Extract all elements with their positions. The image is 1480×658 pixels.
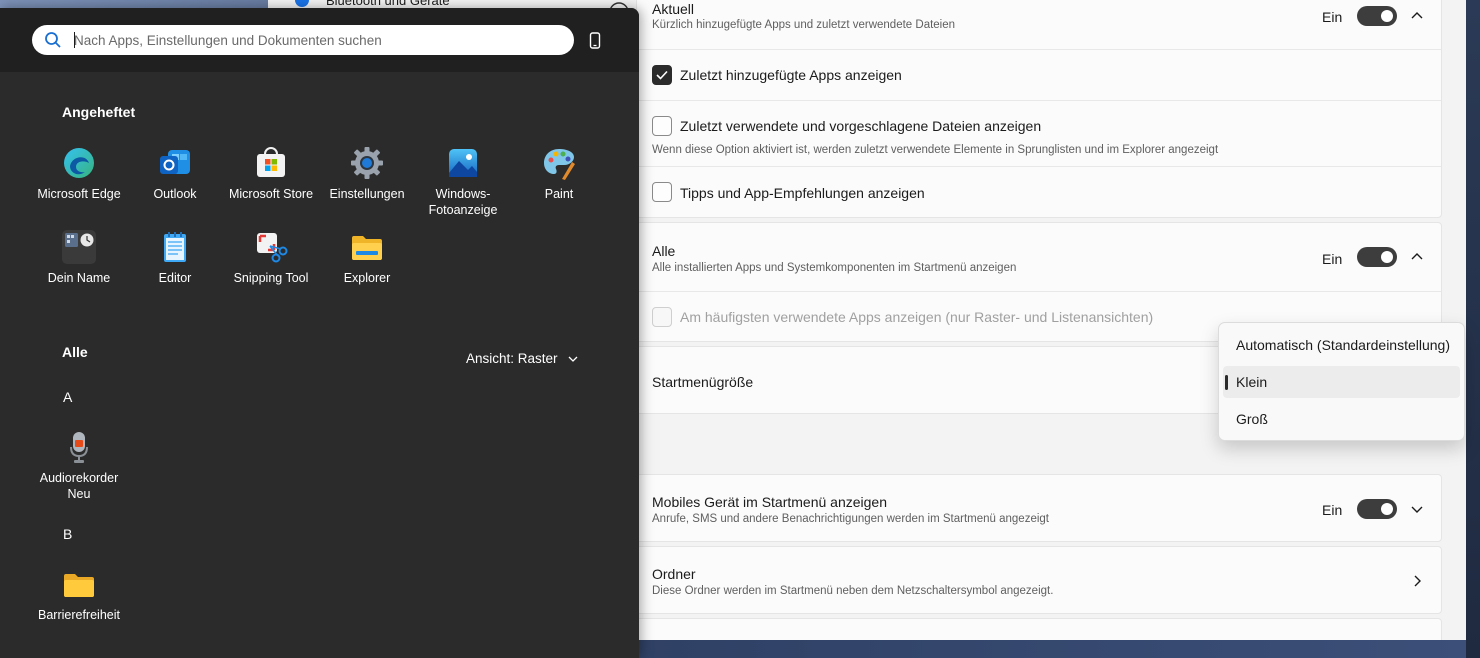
aktuell-toggle[interactable]: [1357, 6, 1397, 26]
aktuell-toggle-label: Ein: [1322, 9, 1343, 25]
chevron-up-icon[interactable]: [1409, 249, 1425, 265]
group-letter-a[interactable]: A: [63, 389, 72, 405]
all-apps-title: Alle: [62, 344, 88, 360]
phone-link-icon[interactable]: [586, 30, 604, 52]
recent-files-label: Zuletzt verwendete und vorgeschlagene Da…: [680, 118, 1042, 134]
chevron-down-icon: [568, 356, 578, 363]
checkmark-icon: [656, 70, 668, 80]
size-option-automatic[interactable]: Automatisch (Standardeinstellung): [1223, 329, 1460, 361]
startmenu-size-title: Startmenügröße: [652, 374, 754, 390]
pinned-title: Angeheftet: [62, 104, 136, 120]
edge-icon: [64, 148, 94, 178]
alle-subtitle: Alle installierten Apps und Systemkompon…: [652, 262, 1017, 274]
recent-files-checkbox[interactable]: [652, 116, 672, 136]
mobile-title: Mobiles Gerät im Startmenü anzeigen: [652, 494, 887, 510]
app-barrierefreiheit[interactable]: Barrierefreiheit: [31, 567, 127, 623]
ordner-subtitle: Diese Ordner werden im Startmenü neben d…: [652, 585, 1054, 597]
app-label: Explorer: [343, 271, 391, 285]
snipping-tool-icon: [257, 233, 288, 263]
view-mode-button[interactable]: Ansicht: Raster: [466, 351, 579, 366]
pinned-app-editor[interactable]: Editor: [127, 230, 223, 286]
alle-toggle[interactable]: [1357, 247, 1397, 267]
folder-icon: [64, 574, 94, 597]
recent-apps-checkbox[interactable]: [652, 65, 672, 85]
chevron-down-icon[interactable]: [1409, 501, 1425, 517]
chevron-up-icon[interactable]: [1409, 8, 1425, 24]
nav-item-bluetooth-partial[interactable]: Bluetooth und Geräte: [326, 0, 450, 8]
app-label: Paint: [544, 187, 574, 201]
app-label: Barrierefreiheit: [38, 608, 120, 622]
start-search-box[interactable]: [32, 25, 574, 55]
size-option-small[interactable]: Klein: [1223, 366, 1460, 398]
app-audiorekorder[interactable]: Audiorekorder Neu: [31, 430, 127, 502]
tips-label: Tipps und App-Empfehlungen anzeigen: [680, 185, 925, 201]
alle-toggle-label: Ein: [1322, 251, 1343, 267]
view-mode-label: Ansicht: Raster: [466, 351, 558, 366]
recent-apps-label: Zuletzt hinzugefügte Apps anzeigen: [680, 67, 902, 83]
photos-icon: [449, 149, 477, 177]
search-icon: [45, 32, 61, 48]
pinned-app-paint[interactable]: Paint: [511, 146, 607, 202]
ordner-title: Ordner: [652, 566, 696, 582]
app-label: Editor: [158, 271, 192, 285]
app-label: Dein Name: [47, 271, 111, 285]
start-body: Angeheftet Microsoft Edge Outlook Micros…: [0, 72, 639, 658]
start-search-bar-area: [0, 8, 639, 72]
new-badge: Neu: [67, 487, 91, 501]
group-letter-b[interactable]: B: [63, 526, 72, 542]
pinned-app-snipping-tool[interactable]: Snipping Tool: [223, 230, 319, 286]
pinned-app-settings[interactable]: Einstellungen: [319, 146, 415, 202]
ordner-card[interactable]: Ordner Diese Ordner werden im Startmenü …: [636, 546, 1442, 614]
app-label: Microsoft Store: [228, 187, 314, 201]
most-used-label: Am häufigsten verwendete Apps anzeigen (…: [680, 309, 1154, 325]
pinned-app-outlook[interactable]: Outlook: [127, 146, 223, 202]
pinned-app-dein-name[interactable]: Dein Name: [31, 230, 127, 286]
mobile-toggle-label: Ein: [1322, 502, 1343, 518]
app-label: Audiorekorder: [39, 471, 119, 485]
size-option-large[interactable]: Groß: [1223, 403, 1460, 435]
desktop-background-edge: [1466, 0, 1480, 658]
aktuell-card: Aktuell Kürzlich hinzugefügte Apps und z…: [636, 0, 1442, 218]
pinned-app-store[interactable]: Microsoft Store: [223, 146, 319, 202]
outlook-icon: [160, 150, 190, 174]
pinned-app-explorer[interactable]: Explorer: [319, 230, 415, 286]
aktuell-subtitle: Kürzlich hinzugefügte Apps und zuletzt v…: [652, 19, 956, 31]
app-label: Snipping Tool: [233, 271, 309, 285]
notepad-icon: [164, 232, 186, 262]
app-label: Windows- Fotoanzeige: [428, 187, 498, 217]
app-label: Outlook: [153, 187, 197, 201]
next-card-partial: [636, 618, 1442, 640]
app-label: Microsoft Edge: [37, 187, 121, 201]
search-input[interactable]: [74, 25, 554, 55]
paint-icon: [544, 149, 575, 180]
chevron-right-icon[interactable]: [1409, 573, 1425, 589]
microphone-icon: [70, 432, 88, 463]
aktuell-title: Aktuell: [652, 1, 695, 17]
explorer-folder-icon: [352, 236, 382, 260]
pinned-app-photos[interactable]: Windows- Fotoanzeige: [415, 146, 511, 218]
startmenu-size-dropdown: Automatisch (Standardeinstellung) Klein …: [1218, 322, 1465, 441]
app-label: Einstellungen: [329, 187, 405, 201]
alle-title: Alle: [652, 243, 676, 259]
recent-files-hint: Wenn diese Option aktiviert ist, werden …: [652, 144, 1219, 156]
tips-checkbox[interactable]: [652, 182, 672, 202]
mobile-card: Mobiles Gerät im Startmenü anzeigen Anru…: [636, 474, 1442, 542]
most-used-checkbox[interactable]: [652, 307, 672, 327]
pinned-app-edge[interactable]: Microsoft Edge: [31, 146, 127, 202]
store-icon: [257, 147, 285, 177]
folder-group-icon: [65, 233, 94, 247]
settings-gear-icon: [351, 147, 383, 179]
start-menu: Angeheftet Microsoft Edge: [0, 8, 639, 658]
mobile-subtitle: Anrufe, SMS und andere Benachrichtigunge…: [652, 513, 1049, 525]
mobile-toggle[interactable]: [1357, 499, 1397, 519]
